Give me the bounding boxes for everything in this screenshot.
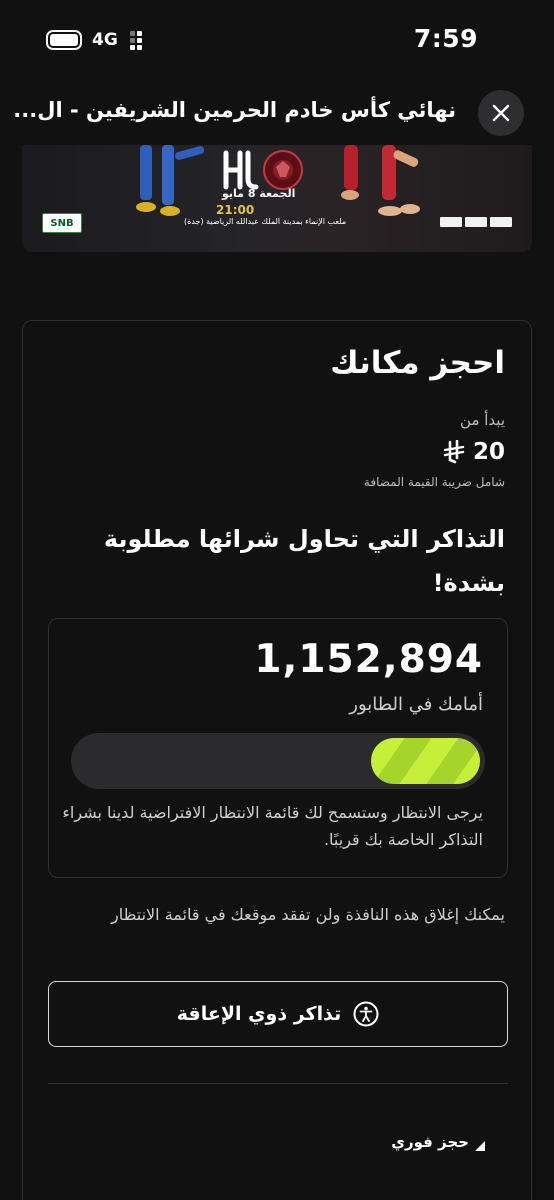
match-time: 21:00 xyxy=(216,203,255,217)
signal-icon xyxy=(129,30,142,50)
divider xyxy=(48,1083,508,1084)
queue-count: 1,152,894 xyxy=(254,637,483,682)
close-button[interactable] xyxy=(478,90,524,136)
header: نهائي كأس خادم الحرمين الشريفين - ال... xyxy=(0,84,554,144)
status-bar: 4G 7:59 xyxy=(0,0,554,84)
team-logo-alhilal xyxy=(223,150,259,190)
accessibility-tickets-label: تذاكر ذوي الإعاقة xyxy=(176,1003,342,1025)
status-time: 7:59 xyxy=(413,24,478,53)
match-date: الجمعة 8 مايو xyxy=(222,187,296,200)
queue-progress-bar xyxy=(71,733,485,789)
close-icon xyxy=(492,104,510,122)
snb-logo: SNB xyxy=(42,213,82,233)
saudi-riyal-icon xyxy=(443,440,465,464)
status-indicators: 4G xyxy=(46,30,142,50)
price-value: 20 xyxy=(472,439,505,465)
close-window-note: يمكنك إغلاق هذه النافذة ولن تفقد موقعك ف… xyxy=(111,905,505,924)
queue-box: 1,152,894 أمامك في الطابور يرجى الانتظار… xyxy=(48,618,508,878)
instant-booking-label[interactable]: حجز فوري xyxy=(391,1133,469,1151)
sponsor-logos xyxy=(440,217,512,227)
match-venue: ملعب الإنماء بمدينة الملك عبدالله الرياض… xyxy=(184,217,347,226)
page-title: نهائي كأس خادم الحرمين الشريفين - ال... xyxy=(13,98,456,122)
starts-from-label: يبدأ من xyxy=(460,411,505,429)
battery-icon xyxy=(46,30,82,50)
queue-note: يرجى الانتظار وستسمح لك قائمة الانتظار ا… xyxy=(62,803,483,849)
vat-note: شامل ضريبة القيمة المضافة xyxy=(363,475,505,489)
booking-title: احجز مكانك xyxy=(330,345,505,381)
player-illustration-left xyxy=(136,145,205,216)
demand-message: التذاكر التي تحاول شرائها مطلوبة بشدة! xyxy=(103,525,505,597)
price-row: 20 xyxy=(443,439,505,465)
accessibility-tickets-button[interactable]: تذاكر ذوي الإعاقة xyxy=(48,981,508,1047)
booking-card: احجز مكانك يبدأ من 20 شامل ضريبة القيمة … xyxy=(22,320,532,1200)
player-illustration-right xyxy=(341,145,420,216)
network-type: 4G xyxy=(92,30,118,50)
queue-label: أمامك في الطابور xyxy=(349,694,483,715)
match-banner: SNB الجمعة 8 مايو 21:00 ملعب الإنماء بمد… xyxy=(22,145,532,252)
corner-arrow-icon xyxy=(475,1141,485,1151)
queue-progress-fill xyxy=(370,738,480,784)
team-logo-alkholood xyxy=(263,150,303,190)
accessibility-icon xyxy=(353,1001,379,1027)
